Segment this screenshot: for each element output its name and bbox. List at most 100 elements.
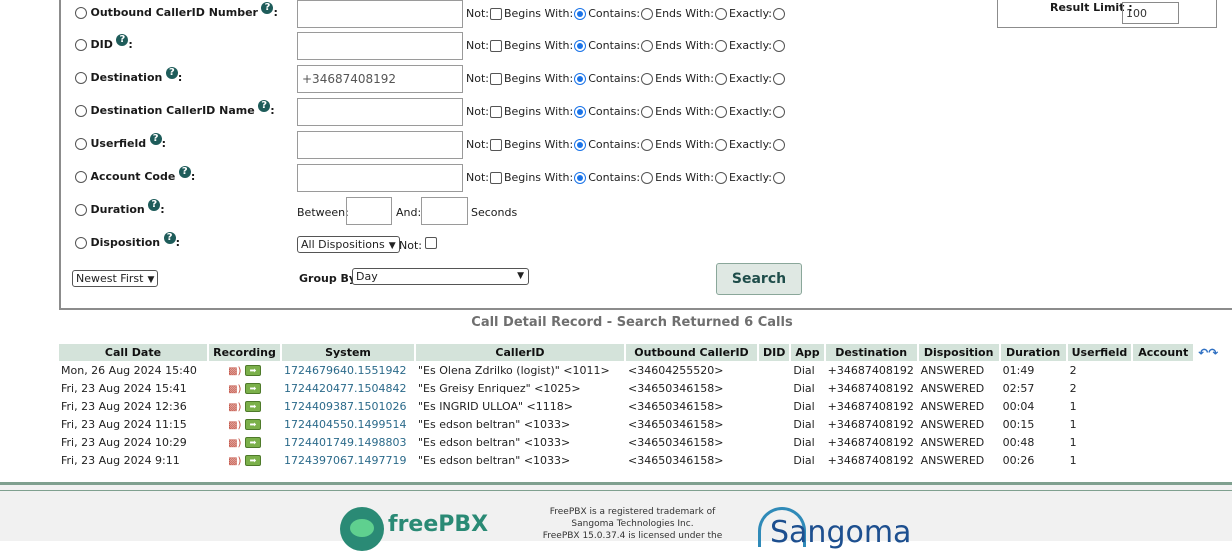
not-checkbox[interactable]: [489, 172, 502, 184]
search-field-row: DID ?:: [75, 34, 133, 68]
download-arrow-icon[interactable]: ➡: [244, 383, 261, 394]
field-radio[interactable]: [75, 171, 87, 183]
search-button[interactable]: Search: [716, 263, 802, 295]
exactly-radio[interactable]: [714, 139, 727, 151]
speaker-icon[interactable]: ▩): [228, 402, 241, 413]
download-arrow-icon[interactable]: ➡: [244, 437, 261, 448]
field-input[interactable]: [297, 131, 463, 159]
ends-with-radio[interactable]: [641, 139, 654, 151]
question-circle-icon[interactable]: ?: [149, 133, 162, 145]
contains-radio[interactable]: [574, 8, 587, 20]
contains-radio[interactable]: [574, 139, 587, 151]
ends-with-radio[interactable]: [641, 40, 654, 52]
disposition-radio[interactable]: [75, 237, 87, 249]
speaker-icon[interactable]: ▩): [228, 456, 241, 467]
download-arrow-icon[interactable]: ➡: [244, 365, 261, 376]
field-radio[interactable]: [75, 39, 87, 51]
col-recording[interactable]: Recording: [209, 344, 280, 361]
exactly-radio[interactable]: [714, 106, 727, 118]
not-label: Not:: [466, 105, 489, 118]
cell-system[interactable]: 1724401749.1498803: [282, 433, 414, 451]
not-checkbox[interactable]: [489, 40, 502, 52]
exactly-end-radio[interactable]: [773, 73, 785, 85]
table-row: Fri, 23 Aug 2024 12:36 ▩) ➡ 1724409387.150…: [59, 397, 1221, 415]
cell-recording: ▩) ➡: [209, 451, 280, 469]
col-account[interactable]: Account: [1133, 344, 1194, 361]
cell-system[interactable]: 1724409387.1501026: [282, 397, 414, 415]
speaker-icon[interactable]: ▩): [228, 366, 241, 377]
ends-with-label: Ends With:: [655, 105, 714, 118]
result-limit-input[interactable]: 100: [1122, 2, 1179, 24]
disposition-not-checkbox[interactable]: [425, 237, 437, 249]
exactly-radio[interactable]: [714, 172, 727, 184]
contains-radio[interactable]: [574, 172, 587, 184]
field-input[interactable]: [297, 164, 463, 192]
question-circle-icon[interactable]: ?: [258, 100, 271, 112]
next-page-icon[interactable]: ↷: [1208, 346, 1218, 360]
prev-page-icon[interactable]: ↶: [1198, 346, 1208, 360]
cell-system[interactable]: 1724420477.1504842: [282, 379, 414, 397]
exactly-end-radio[interactable]: [773, 40, 785, 52]
duration-max-input[interactable]: [421, 197, 468, 225]
question-circle-icon[interactable]: ?: [148, 199, 161, 211]
field-input[interactable]: [297, 0, 463, 28]
field-radio[interactable]: [75, 105, 87, 117]
disposition-select[interactable]: All Dispositions ▼: [297, 236, 400, 253]
col-call-date[interactable]: Call Date: [59, 344, 207, 361]
group-by-select[interactable]: Day ▼: [352, 268, 529, 285]
field-input[interactable]: [297, 98, 463, 126]
field-radio[interactable]: [75, 72, 87, 84]
field-input[interactable]: +34687408192: [297, 65, 463, 93]
cell-system[interactable]: 1724404550.1499514: [282, 415, 414, 433]
exactly-end-radio[interactable]: [773, 139, 785, 151]
col-outbound-callerid[interactable]: Outbound CallerID: [626, 344, 757, 361]
field-radio[interactable]: [75, 138, 87, 150]
not-checkbox[interactable]: [489, 73, 502, 85]
col-system[interactable]: System: [282, 344, 414, 361]
order-select-value: Newest First: [76, 272, 144, 285]
question-circle-icon[interactable]: ?: [261, 2, 274, 14]
exactly-radio[interactable]: [714, 8, 727, 20]
exactly-end-radio[interactable]: [773, 172, 785, 184]
col-destination[interactable]: Destination: [825, 344, 917, 361]
speaker-icon[interactable]: ▩): [228, 420, 241, 431]
exactly-radio[interactable]: [714, 73, 727, 85]
col-duration[interactable]: Duration: [1000, 344, 1066, 361]
cell-system[interactable]: 1724679640.1551942: [282, 361, 414, 379]
exactly-end-radio[interactable]: [773, 8, 785, 20]
question-circle-icon[interactable]: ?: [178, 166, 191, 178]
question-circle-icon[interactable]: ?: [163, 232, 176, 244]
not-checkbox[interactable]: [489, 139, 502, 151]
ends-with-radio[interactable]: [641, 106, 654, 118]
speaker-icon[interactable]: ▩): [228, 438, 241, 449]
not-checkbox[interactable]: [489, 106, 502, 118]
download-arrow-icon[interactable]: ➡: [244, 419, 261, 430]
speaker-icon[interactable]: ▩): [228, 384, 241, 395]
duration-min-input[interactable]: [346, 197, 392, 225]
download-arrow-icon[interactable]: ➡: [244, 455, 261, 466]
question-circle-icon[interactable]: ?: [165, 67, 178, 79]
col-userfield[interactable]: Userfield: [1067, 344, 1132, 361]
field-input[interactable]: [297, 32, 463, 60]
cell-system[interactable]: 1724397067.1497719: [282, 451, 414, 469]
contains-radio[interactable]: [574, 73, 587, 85]
exactly-radio[interactable]: [714, 40, 727, 52]
contains-radio[interactable]: [574, 106, 587, 118]
download-arrow-icon[interactable]: ➡: [244, 401, 261, 412]
field-radio[interactable]: [75, 7, 87, 19]
contains-radio[interactable]: [574, 40, 587, 52]
order-select[interactable]: Newest First ▼: [72, 270, 159, 287]
duration-radio[interactable]: [75, 204, 87, 216]
ends-with-radio[interactable]: [641, 172, 654, 184]
col-did[interactable]: DID: [759, 344, 790, 361]
exactly-end-radio[interactable]: [773, 106, 785, 118]
ends-with-radio[interactable]: [641, 8, 654, 20]
cell-did: [759, 397, 789, 415]
not-checkbox[interactable]: [489, 8, 502, 20]
begins-with-label: Begins With:: [503, 138, 574, 151]
col-disposition[interactable]: Disposition: [918, 344, 999, 361]
ends-with-radio[interactable]: [641, 73, 654, 85]
col-callerid[interactable]: CallerID: [416, 344, 624, 361]
col-app[interactable]: App: [791, 344, 824, 361]
question-circle-icon[interactable]: ?: [116, 34, 129, 46]
